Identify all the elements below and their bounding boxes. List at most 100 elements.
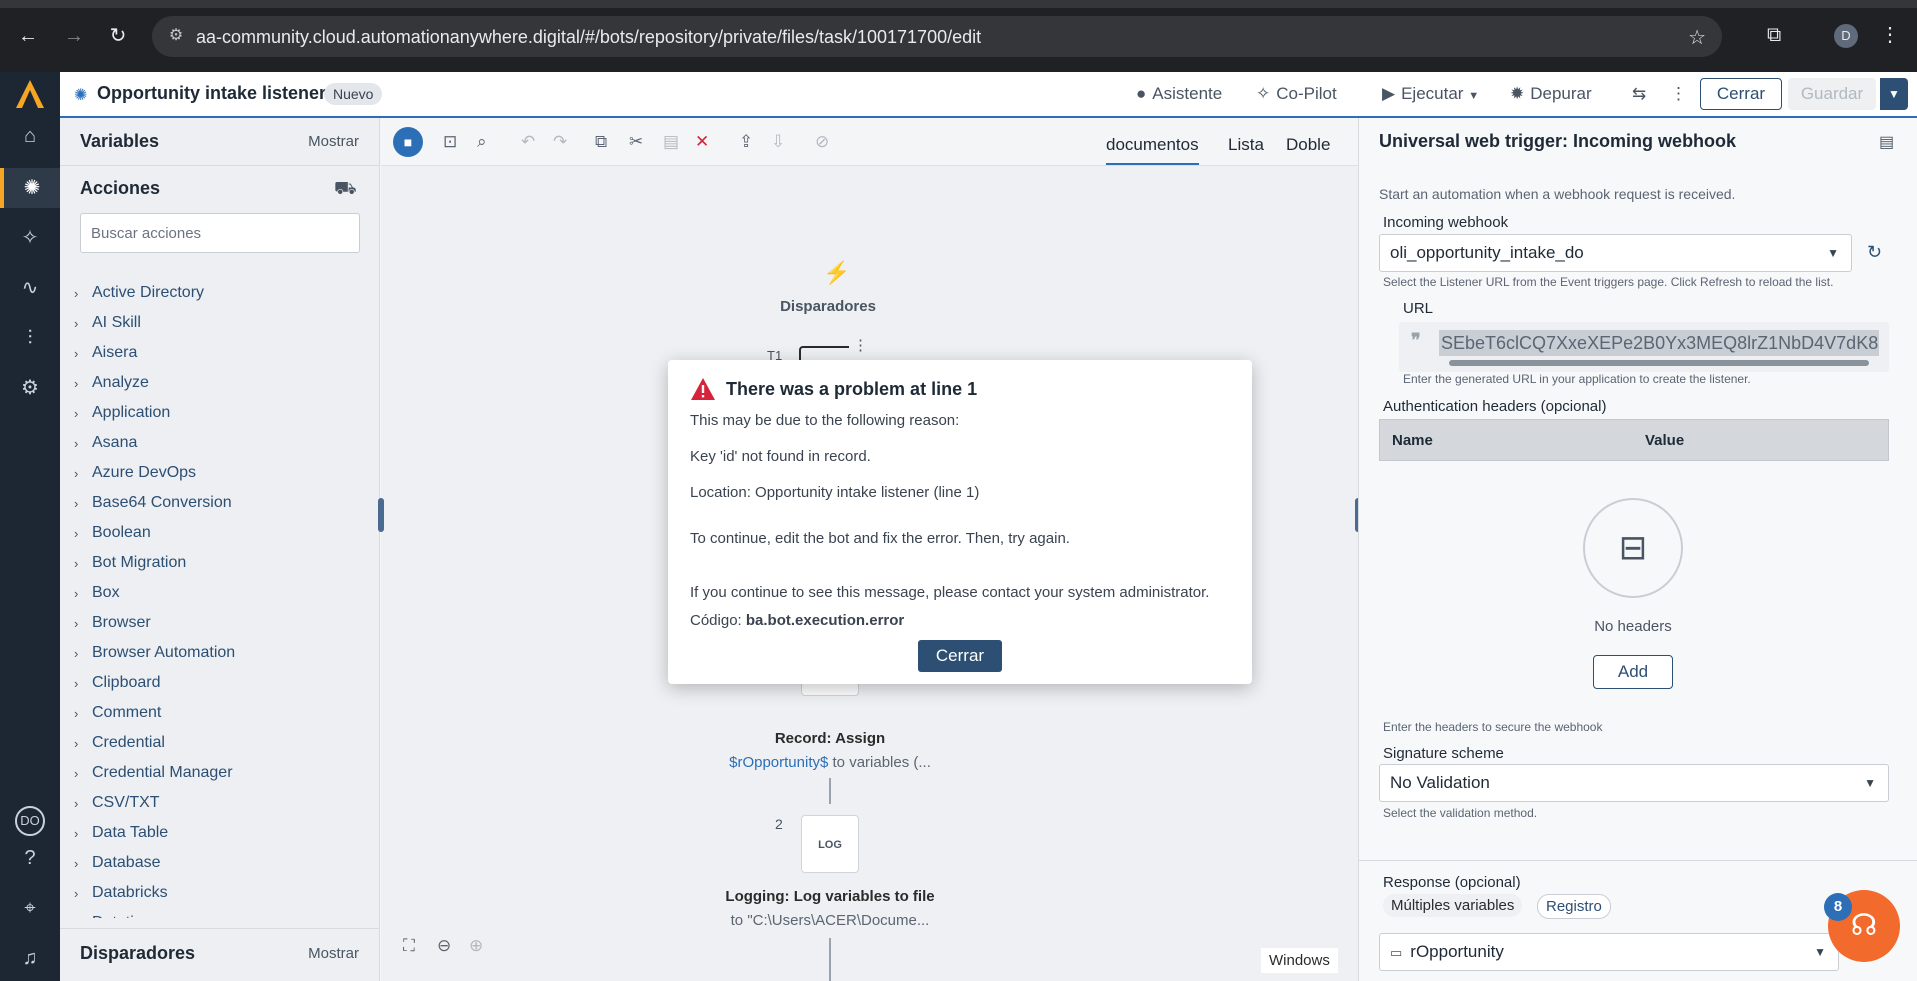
asistente-label: Asistente bbox=[1152, 84, 1223, 103]
undo-icon[interactable]: ↶ bbox=[521, 132, 535, 152]
documentation-icon[interactable]: ▤ bbox=[1879, 132, 1894, 152]
chevron-right-icon: › bbox=[74, 435, 79, 451]
action-category-item[interactable]: › Application bbox=[74, 398, 374, 428]
save-options-chevron-icon[interactable]: ▼ bbox=[1880, 78, 1908, 110]
error-continue-instructions: To continue, edit the bot and fix the er… bbox=[690, 530, 1070, 547]
chevron-right-icon: › bbox=[74, 465, 79, 481]
trigger-more-icon[interactable]: ⋮ bbox=[853, 336, 868, 354]
address-bar[interactable]: ⚙ aa-community.cloud.automationanywhere.… bbox=[152, 16, 1722, 57]
notifications-bell-icon[interactable]: ♫ bbox=[0, 938, 60, 978]
reload-icon[interactable]: ↻ bbox=[102, 20, 134, 52]
response-variable-select[interactable]: ▭ rOpportunity ▼ bbox=[1379, 933, 1839, 971]
action-category-label: Clipboard bbox=[92, 674, 161, 691]
action-category-item[interactable]: ›Datetime bbox=[74, 908, 374, 918]
action-category-item[interactable]: › Base64 Conversion bbox=[74, 488, 374, 518]
error-code-value: ba.bot.execution.error bbox=[745, 612, 905, 629]
action-category-item[interactable]: › Browser bbox=[74, 608, 374, 638]
dialog-close-button[interactable]: Cerrar bbox=[918, 640, 1002, 672]
copilot-button[interactable]: ✧ Co-Pilot bbox=[1256, 84, 1337, 104]
action-category-item[interactable]: › Azure DevOps bbox=[74, 458, 374, 488]
action-category-item[interactable]: › CSV/TXT bbox=[74, 788, 374, 818]
multiple-variables-pill[interactable]: Múltiples variables bbox=[1383, 894, 1523, 917]
tab-doble[interactable]: Doble bbox=[1286, 135, 1330, 155]
location-pin-icon[interactable]: ⌖ bbox=[0, 888, 60, 928]
recorder-icon[interactable]: ■ bbox=[393, 127, 423, 157]
depurar-button[interactable]: ✹ Depurar bbox=[1510, 84, 1592, 104]
search-icon[interactable]: ⌕ bbox=[477, 132, 487, 152]
forward-icon[interactable]: → bbox=[58, 20, 90, 52]
left-splitter-handle[interactable] bbox=[378, 498, 384, 532]
site-settings-icon[interactable]: ⚙ bbox=[166, 26, 186, 46]
action-category-item[interactable]: › Asana bbox=[74, 428, 374, 458]
copy-icon[interactable]: ⧉ bbox=[595, 132, 607, 152]
logging-node-box[interactable]: LOG bbox=[801, 815, 859, 873]
refresh-icon[interactable]: ↻ bbox=[1867, 242, 1882, 263]
action-category-item[interactable]: › Database bbox=[74, 848, 374, 878]
registro-pill[interactable]: Registro bbox=[1537, 894, 1611, 919]
automation-anywhere-logo-icon[interactable] bbox=[12, 76, 48, 112]
bookmark-star-icon[interactable]: ☆ bbox=[1688, 25, 1706, 50]
zoom-in-icon[interactable]: ⊕ bbox=[469, 936, 483, 956]
action-category-item[interactable]: › Comment bbox=[74, 698, 374, 728]
import-icon[interactable]: ⇩ bbox=[771, 132, 785, 152]
url-field[interactable]: ❞ SEbeT6clCQ7XxeXEPe2B0Yx3MEQ8lrZ1NbD4V7… bbox=[1399, 322, 1889, 372]
action-category-item[interactable]: › Active Directory bbox=[74, 278, 374, 308]
more-menu-icon[interactable]: ⋮ bbox=[1670, 84, 1687, 104]
error-code: Código: ba.bot.execution.error bbox=[690, 612, 904, 629]
action-category-item[interactable]: › Clipboard bbox=[74, 668, 374, 698]
action-category-item[interactable]: › AI Skill bbox=[74, 308, 374, 338]
manage-sliders-icon[interactable]: ⫶ bbox=[0, 318, 60, 358]
back-icon[interactable]: ← bbox=[12, 20, 44, 52]
action-category-item[interactable]: › Bot Migration bbox=[74, 548, 374, 578]
address-url[interactable]: aa-community.cloud.automationanywhere.di… bbox=[196, 27, 981, 48]
cut-icon[interactable]: ✂ bbox=[629, 132, 643, 152]
actions-list: › Active Directory › AI Skill › Aisera › Analyz… bbox=[74, 278, 374, 918]
signature-scheme-select[interactable]: No Validation ▼ bbox=[1379, 764, 1889, 802]
variables-show-link[interactable]: Mostrar bbox=[308, 133, 359, 150]
url-scrollbar[interactable] bbox=[1449, 360, 1869, 366]
help-icon[interactable]: ? bbox=[0, 838, 60, 878]
action-category-item[interactable]: › Data Table bbox=[74, 818, 374, 848]
url-value[interactable]: SEbeT6clCQ7XxeXEPe2B0Yx3MEQ8lrZ1NbD4V7dK… bbox=[1439, 330, 1879, 356]
fit-screen-icon[interactable]: ⛶ bbox=[403, 936, 415, 956]
add-header-button[interactable]: Add bbox=[1593, 655, 1673, 689]
action-store-icon[interactable]: ⛟ bbox=[334, 178, 357, 202]
action-category-item[interactable]: › Credential bbox=[74, 728, 374, 758]
flow-settings-icon[interactable]: ⇆ bbox=[1632, 84, 1646, 104]
editor-header: ✺ Opportunity intake listener Nuevo ● Asi… bbox=[60, 72, 1917, 118]
action-category-item[interactable]: › Browser Automation bbox=[74, 638, 374, 668]
disparadores-show-link[interactable]: Mostrar bbox=[308, 945, 359, 962]
close-button[interactable]: Cerrar bbox=[1700, 78, 1782, 110]
incoming-webhook-select[interactable]: oli_opportunity_intake_do ▼ bbox=[1379, 234, 1852, 272]
paste-icon[interactable]: ▤ bbox=[663, 132, 679, 152]
tab-lista[interactable]: Lista bbox=[1228, 135, 1264, 155]
ejecutar-button[interactable]: ▶ Ejecutar ▼ bbox=[1382, 84, 1479, 104]
action-category-item[interactable]: › Analyze bbox=[74, 368, 374, 398]
capture-icon[interactable]: ⊡ bbox=[443, 132, 457, 152]
tab-documentos[interactable]: documentos bbox=[1106, 135, 1199, 165]
automation-icon[interactable]: ✺ bbox=[0, 168, 60, 208]
settings-gear-icon[interactable]: ⚙ bbox=[0, 368, 60, 408]
disable-icon[interactable]: ⊘ bbox=[815, 132, 829, 152]
export-icon[interactable]: ⇪ bbox=[739, 132, 753, 152]
browser-menu-icon[interactable]: ⋮ bbox=[1880, 22, 1900, 47]
redo-icon[interactable]: ↷ bbox=[553, 132, 567, 152]
action-category-item[interactable]: › Boolean bbox=[74, 518, 374, 548]
asistente-button[interactable]: ● Asistente bbox=[1136, 84, 1222, 104]
search-actions-input[interactable] bbox=[81, 214, 359, 252]
response-variable-value: rOpportunity bbox=[1410, 942, 1504, 961]
delete-icon[interactable]: ✕ bbox=[695, 132, 709, 152]
user-avatar[interactable]: DO bbox=[15, 806, 45, 836]
action-category-item[interactable]: › Credential Manager bbox=[74, 758, 374, 788]
search-actions[interactable] bbox=[80, 213, 360, 253]
home-icon[interactable]: ⌂ bbox=[0, 116, 60, 156]
zoom-out-icon[interactable]: ⊖ bbox=[437, 936, 451, 956]
action-category-item[interactable]: › Box bbox=[74, 578, 374, 608]
extensions-icon[interactable]: ⧉ bbox=[1767, 24, 1781, 47]
save-button[interactable]: Guardar bbox=[1788, 78, 1876, 110]
profile-avatar[interactable]: D bbox=[1834, 24, 1858, 48]
action-category-item[interactable]: › Aisera bbox=[74, 338, 374, 368]
activity-icon[interactable]: ∿ bbox=[0, 268, 60, 308]
action-category-item[interactable]: › Databricks bbox=[74, 878, 374, 908]
ai-sparkle-icon[interactable]: ✧ bbox=[0, 218, 60, 258]
